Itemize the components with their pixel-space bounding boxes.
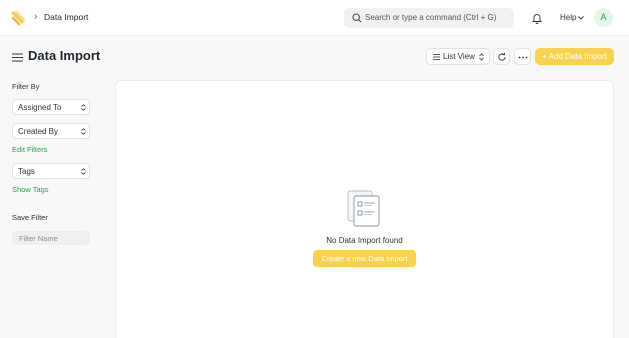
created-by-label: Created By (18, 127, 59, 136)
edit-filters-link[interactable]: Edit Filters (12, 145, 47, 154)
app-logo-icon[interactable] (10, 9, 28, 27)
empty-list-icon (347, 190, 380, 227)
filter-name-input[interactable] (12, 231, 90, 245)
show-tags-link[interactable]: Show Tags (12, 185, 49, 194)
tags-label: Tags (18, 167, 35, 176)
top-navbar: › Data Import Search or type a command (… (0, 0, 629, 36)
breadcrumb-data-import[interactable]: Data Import (44, 12, 88, 22)
help-menu[interactable]: Help (560, 13, 576, 22)
sort-caret-icon (479, 53, 484, 61)
refresh-icon (498, 52, 506, 61)
sort-caret-icon (81, 104, 86, 111)
assigned-to-filter[interactable]: Assigned To (12, 99, 90, 115)
sort-caret-icon (81, 168, 86, 175)
filter-by-heading: Filter By (12, 82, 40, 91)
chevron-down-icon (578, 16, 584, 20)
search-bar[interactable]: Search or type a command (Ctrl + G) (344, 8, 514, 28)
tags-filter[interactable]: Tags (12, 163, 90, 179)
empty-state-message: No Data Import found (326, 236, 403, 245)
create-data-import-button[interactable]: Create a new Data Import (313, 250, 416, 267)
user-avatar[interactable]: A (594, 8, 613, 27)
search-placeholder: Search or type a command (Ctrl + G) (365, 13, 497, 22)
sort-caret-icon (81, 128, 86, 135)
page-title: Data Import (28, 48, 101, 63)
search-icon (352, 13, 362, 23)
refresh-button[interactable] (493, 48, 510, 65)
notification-bell-icon[interactable] (531, 12, 543, 24)
list-icon (433, 54, 440, 60)
sidebar-toggle-icon[interactable] (12, 53, 23, 62)
breadcrumb-chevron-icon: › (34, 11, 38, 22)
add-data-import-button[interactable]: + Add Data Import (535, 48, 614, 65)
ellipsis-icon (518, 56, 528, 59)
view-selector-label: List View (443, 52, 475, 61)
view-selector-button[interactable]: List View (426, 48, 490, 65)
save-filter-heading: Save Filter (12, 213, 48, 222)
assigned-to-label: Assigned To (18, 103, 62, 112)
created-by-filter[interactable]: Created By (12, 123, 90, 139)
more-actions-button[interactable] (514, 48, 531, 65)
